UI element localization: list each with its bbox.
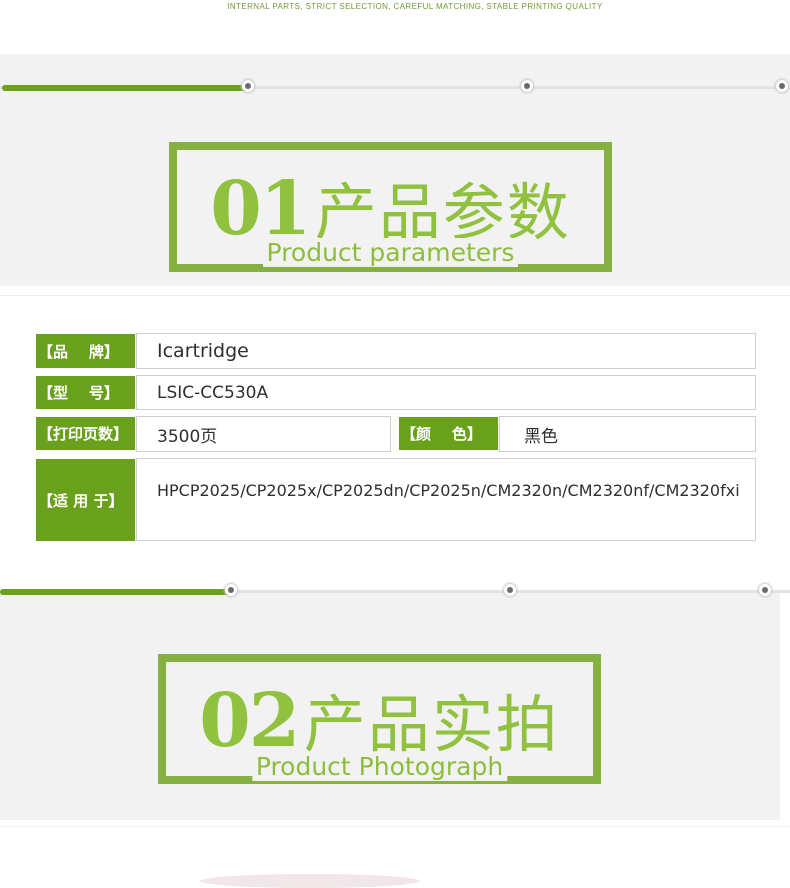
divider-dot bbox=[776, 80, 788, 92]
divider-dot bbox=[242, 80, 254, 92]
color-value: 黑色 bbox=[499, 416, 756, 452]
divider-progress bbox=[0, 589, 230, 595]
brand-label: 【品 牌】 bbox=[36, 334, 135, 368]
product-photo-edge bbox=[200, 874, 420, 888]
brand-value: Icartridge bbox=[136, 333, 756, 369]
progress-divider-2 bbox=[0, 584, 790, 598]
fit-label: 【适 用 于】 bbox=[36, 459, 135, 541]
section-title-en: Product Photograph bbox=[251, 752, 508, 781]
separator-line bbox=[0, 295, 790, 296]
separator-line bbox=[0, 826, 790, 827]
divider-progress bbox=[2, 85, 248, 91]
section-title-frame-1: 01 产品参数 Product parameters bbox=[169, 142, 612, 272]
top-caption: INTERNAL PARTS, STRICT SELECTION, CAREFU… bbox=[227, 2, 603, 11]
divider-dot bbox=[225, 584, 237, 596]
pages-label: 【打印页数】 bbox=[36, 417, 135, 450]
model-label: 【型 号】 bbox=[36, 376, 135, 409]
section-title-2: 02 产品实拍 bbox=[166, 674, 593, 764]
pages-value: 3500页 bbox=[136, 416, 391, 452]
progress-divider-1 bbox=[0, 80, 790, 94]
color-label: 【颜 色】 bbox=[399, 417, 498, 450]
section-title-frame-2: 02 产品实拍 Product Photograph bbox=[158, 654, 601, 784]
section-title-en: Product parameters bbox=[262, 238, 519, 267]
fit-value: HPCP2025/CP2025x/CP2025dn/CP2025n/CM2320… bbox=[136, 458, 756, 541]
section-title-zh: 产品实拍 bbox=[303, 688, 560, 761]
divider-dot bbox=[759, 584, 771, 596]
divider-dot bbox=[504, 584, 516, 596]
divider-dot bbox=[521, 80, 533, 92]
model-value: LSIC-CC530A bbox=[136, 375, 756, 410]
